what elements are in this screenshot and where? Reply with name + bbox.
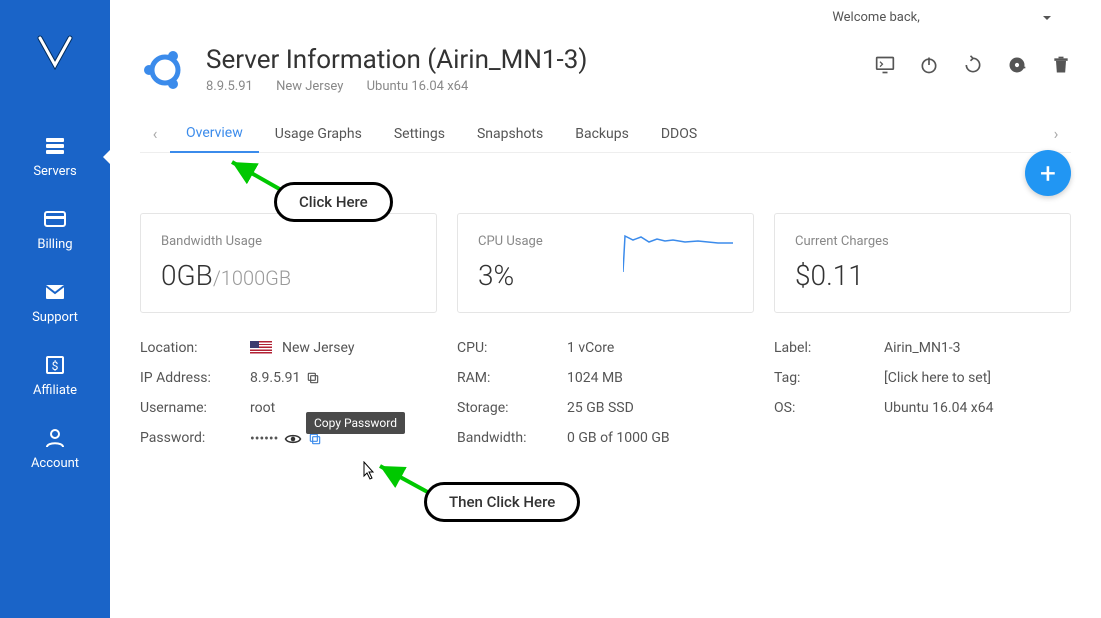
label-location: Location: xyxy=(140,340,250,356)
tab-next[interactable]: › xyxy=(1041,124,1071,143)
sidebar-item-servers[interactable]: Servers xyxy=(0,120,110,193)
value-bandwidth[interactable]: 0 GB of 1000 GB xyxy=(567,430,670,446)
sidebar-item-billing[interactable]: Billing xyxy=(0,193,110,266)
label-storage: Storage: xyxy=(457,400,567,416)
nav-label: Account xyxy=(31,456,79,471)
caret-down-icon xyxy=(1043,16,1051,20)
label-tag: Tag: xyxy=(774,370,884,386)
sidebar: Servers Billing Support $ Affiliate Acco… xyxy=(0,0,110,618)
sidebar-item-account[interactable]: Account xyxy=(0,412,110,485)
card-label: Bandwidth Usage xyxy=(161,234,416,249)
label-os: OS: xyxy=(774,400,884,416)
sidebar-item-support[interactable]: Support xyxy=(0,266,110,339)
copy-password-icon[interactable] xyxy=(308,432,322,446)
tab-prev[interactable]: ‹ xyxy=(140,124,170,143)
dollar-icon: $ xyxy=(43,353,67,377)
restart-icon[interactable] xyxy=(963,55,983,75)
callout-click-here: Click Here xyxy=(274,182,393,222)
person-icon xyxy=(43,426,67,450)
welcome-text: Welcome back, xyxy=(832,10,919,25)
power-icon[interactable] xyxy=(919,55,939,75)
value-storage: 25 GB SSD xyxy=(567,400,634,416)
tab-settings[interactable]: Settings xyxy=(378,116,461,152)
tooltip-copy-password: Copy Password xyxy=(306,412,405,434)
meta-region: New Jersey xyxy=(276,79,343,94)
tab-overview[interactable]: Overview xyxy=(170,115,259,153)
add-button[interactable]: + xyxy=(1025,150,1071,196)
details-grid: Location: New Jersey IP Address:8.9.5.91… xyxy=(140,333,1071,455)
tab-snapshots[interactable]: Snapshots xyxy=(461,116,559,152)
nav-label: Support xyxy=(32,310,78,325)
callout-then-click-here: Then Click Here xyxy=(424,482,580,522)
sparkline-icon xyxy=(623,234,733,274)
servers-icon xyxy=(43,134,67,158)
reinstall-icon[interactable] xyxy=(1007,55,1027,75)
card-charges: Current Charges $0.11 xyxy=(774,213,1071,313)
card-value: 0GB/1000GB xyxy=(161,259,416,292)
value-label[interactable]: Airin_MN1-3 xyxy=(884,340,961,356)
label-username: Username: xyxy=(140,400,250,416)
label-ram: RAM: xyxy=(457,370,567,386)
value-cpu: 1 vCore xyxy=(567,340,614,356)
cursor-icon xyxy=(360,461,376,483)
ubuntu-logo-icon xyxy=(140,45,190,95)
logo xyxy=(35,30,75,70)
card-label: Current Charges xyxy=(795,234,1050,249)
us-flag-icon xyxy=(250,341,272,355)
label-password: Password: xyxy=(140,430,250,448)
svg-text:$: $ xyxy=(52,359,59,373)
trash-icon[interactable] xyxy=(1051,55,1071,75)
copy-ip-icon[interactable] xyxy=(306,371,320,385)
header: Server Information (Airin_MN1-3) 8.9.5.9… xyxy=(140,45,1071,95)
meta-os: Ubuntu 16.04 x64 xyxy=(367,79,469,94)
mail-icon xyxy=(43,280,67,304)
nav-label: Billing xyxy=(37,237,72,252)
nav-label: Servers xyxy=(33,164,76,179)
sidebar-item-affiliate[interactable]: $ Affiliate xyxy=(0,339,110,412)
console-icon[interactable] xyxy=(875,55,895,75)
value-tag[interactable]: [Click here to set] xyxy=(884,370,991,386)
tab-backups[interactable]: Backups xyxy=(559,116,645,152)
label-label: Label: xyxy=(774,340,884,356)
annotation-arrow-1 xyxy=(228,158,286,194)
card-icon xyxy=(43,207,67,231)
stat-cards: Bandwidth Usage 0GB/1000GB CPU Usage 3% … xyxy=(140,213,1071,313)
tabs: ‹ Overview Usage Graphs Settings Snapsho… xyxy=(140,115,1071,153)
label-ip: IP Address: xyxy=(140,370,250,386)
value-os: Ubuntu 16.04 x64 xyxy=(884,400,993,416)
page-title: Server Information (Airin_MN1-3) xyxy=(206,45,875,75)
card-value: $0.11 xyxy=(795,259,1050,292)
main: Welcome back, Server Information (Airin_… xyxy=(110,0,1101,618)
tab-usage[interactable]: Usage Graphs xyxy=(259,116,378,152)
value-ram: 1024 MB xyxy=(567,370,623,386)
reveal-password-icon[interactable] xyxy=(284,430,302,448)
action-bar xyxy=(875,55,1071,75)
value-username: root xyxy=(250,400,275,416)
value-ip: 8.9.5.91 xyxy=(250,370,320,386)
tab-ddos[interactable]: DDOS xyxy=(645,116,713,152)
header-meta: 8.9.5.91 New Jersey Ubuntu 16.04 x64 xyxy=(206,79,875,94)
meta-ip: 8.9.5.91 xyxy=(206,79,253,94)
value-location: New Jersey xyxy=(250,340,354,356)
label-bandwidth: Bandwidth: xyxy=(457,430,567,446)
nav-label: Affiliate xyxy=(33,383,77,398)
welcome-dropdown[interactable]: Welcome back, xyxy=(140,0,1071,25)
card-bandwidth: Bandwidth Usage 0GB/1000GB xyxy=(140,213,437,313)
card-cpu: CPU Usage 3% xyxy=(457,213,754,313)
label-cpu: CPU: xyxy=(457,340,567,356)
